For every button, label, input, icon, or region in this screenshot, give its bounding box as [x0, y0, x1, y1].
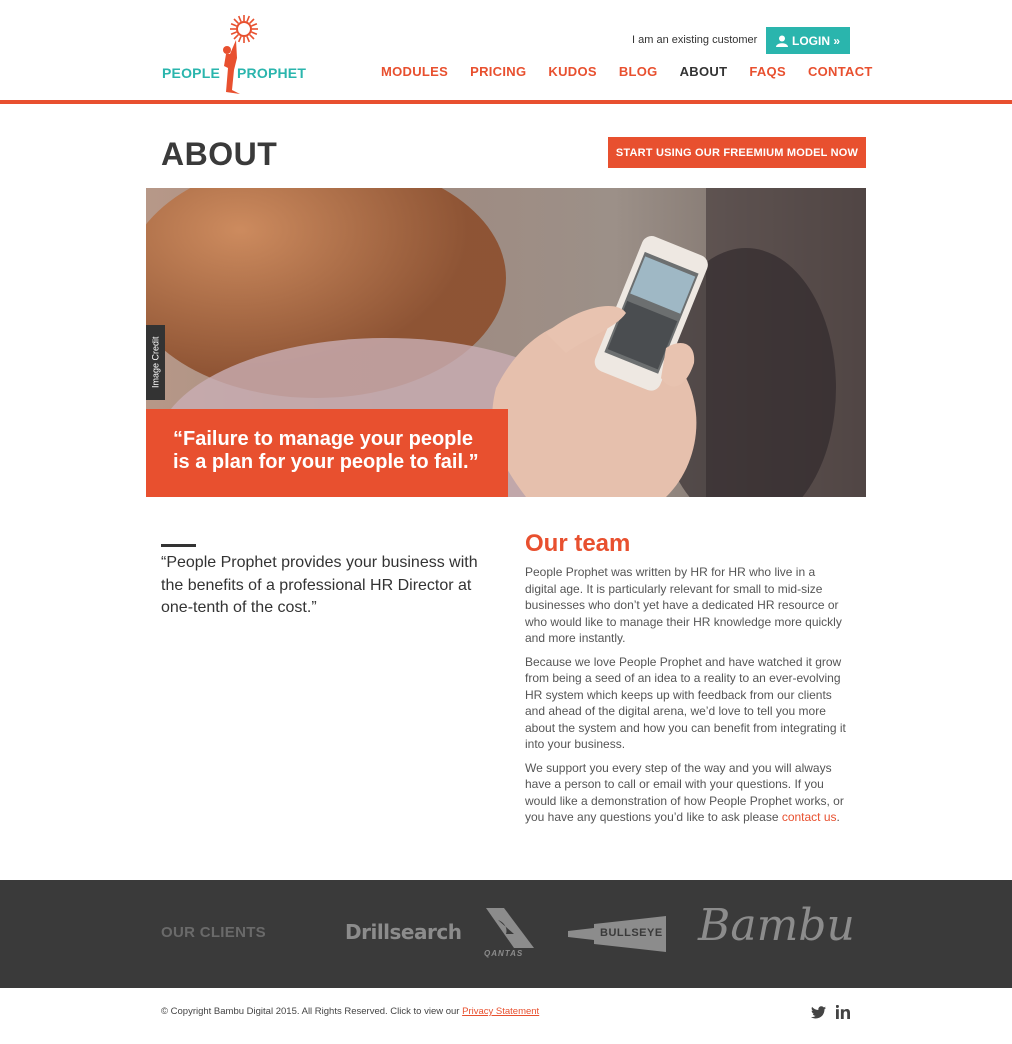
nav-modules[interactable]: MODULES	[381, 64, 448, 79]
qantas-logo: QANTAS	[484, 906, 536, 960]
twitter-icon[interactable]	[811, 1005, 826, 1024]
freemium-cta-button[interactable]: START USING OUR FREEMIUM MODEL NOW	[608, 137, 866, 168]
team-paragraph-3-end: .	[836, 810, 840, 824]
logo-mark	[223, 15, 258, 94]
login-label: LOGIN »	[791, 33, 840, 48]
nav-kudos[interactable]: KUDOS	[548, 64, 596, 79]
login-button[interactable]: LOGIN »	[766, 27, 850, 54]
nav-about[interactable]: ABOUT	[680, 64, 728, 79]
qantas-wordmark: QANTAS	[484, 949, 524, 958]
user-icon	[775, 35, 788, 47]
linkedin-icon[interactable]	[835, 1004, 850, 1024]
team-paragraph-1: People Prophet was written by HR for HR …	[525, 565, 842, 645]
main-nav: MODULES PRICING KUDOS BLOG ABOUT FAQS CO…	[381, 64, 873, 79]
nav-blog[interactable]: BLOG	[619, 64, 658, 79]
copyright-text: © Copyright Bambu Digital 2015. All Righ…	[161, 1006, 463, 1017]
bambu-logo: Bambu	[698, 900, 855, 951]
team-paragraph-2: Because we love People Prophet and have …	[525, 654, 846, 752]
page-title: ABOUT	[161, 136, 278, 172]
privacy-statement-link[interactable]: Privacy Statement	[462, 1006, 539, 1017]
nav-contact[interactable]: CONTACT	[808, 64, 873, 79]
nav-pricing[interactable]: PRICING	[470, 64, 526, 79]
people-prophet-logo[interactable]: PEOPLE PROPHET	[160, 14, 310, 98]
clients-band: OUR CLIENTS Drillsearch QANTAS BULLSEYE …	[0, 880, 1012, 988]
logo-text-people: PEOPLE	[162, 65, 220, 81]
hero-quote: “Failure to manage your people is a plan…	[146, 409, 508, 497]
footer-copyright: © Copyright Bambu Digital 2015. All Righ…	[161, 1006, 539, 1017]
clients-heading: OUR CLIENTS	[161, 924, 266, 941]
intro-quote: “People Prophet provides your business w…	[161, 554, 478, 616]
image-credit-tab[interactable]: Image Credit	[146, 325, 165, 400]
team-body: People Prophet was written by HR for HR …	[525, 564, 847, 833]
logo-text-prophet: PROPHET	[237, 65, 307, 81]
bullseye-wordmark: BULLSEYE	[600, 927, 663, 939]
team-paragraph-3: We support you every step of the way and…	[525, 760, 847, 826]
existing-customer-text: I am an existing customer	[632, 34, 758, 46]
site-header: PEOPLE PROPHET I am an existing customer…	[0, 0, 1012, 104]
drillsearch-logo: Drillsearch	[345, 920, 462, 944]
contact-us-link[interactable]: contact us	[782, 810, 837, 824]
accent-divider	[161, 544, 196, 547]
team-heading: Our team	[525, 530, 631, 557]
nav-faqs[interactable]: FAQS	[749, 64, 786, 79]
social-links	[811, 1004, 850, 1024]
hero-image: Image Credit “Failure to manage your peo…	[146, 188, 866, 497]
bullseye-logo: BULLSEYE	[566, 914, 668, 954]
